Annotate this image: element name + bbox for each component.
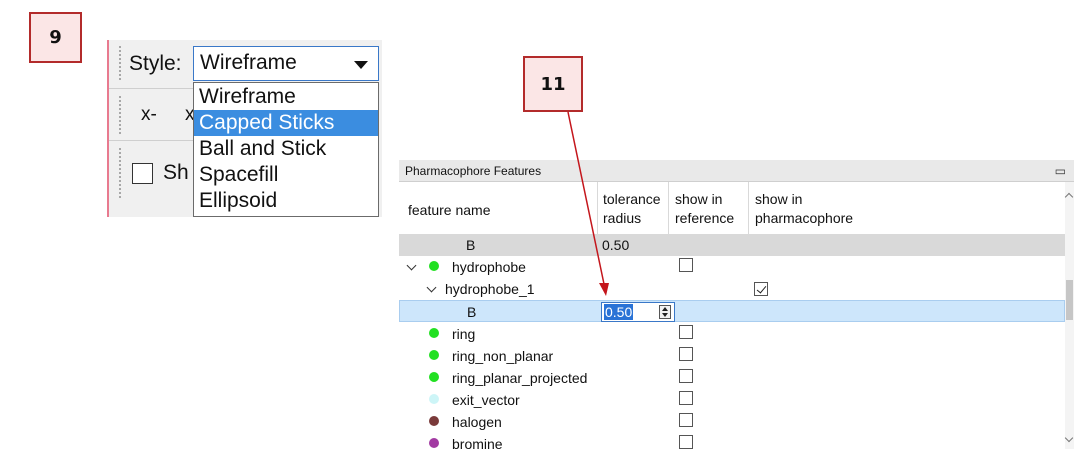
step-11-badge: 11 [523, 56, 583, 112]
show-label-partial: Sh [163, 161, 189, 184]
style-toolbar: Style: Wireframe x- x Sh Wireframe Cappe… [107, 40, 382, 217]
restore-window-icon[interactable]: ▭ [1055, 164, 1066, 178]
feature-row[interactable]: ring [399, 323, 1065, 345]
toolbar-divider [109, 140, 193, 141]
column-header-feature-name[interactable]: feature name [399, 182, 598, 234]
panel-title-bar: Pharmacophore Features ▭ [399, 160, 1074, 182]
option-ellipsoid[interactable]: Ellipsoid [194, 188, 378, 214]
halogen-color-icon [429, 416, 439, 426]
feature-row[interactable]: B 0.50 [399, 234, 1065, 256]
column-header-show-pharmacophore[interactable]: show in pharmacophore [749, 182, 1065, 234]
header-label: tolerance [603, 191, 661, 207]
feature-row[interactable]: exit_vector [399, 389, 1065, 411]
vertical-scrollbar[interactable] [1064, 182, 1074, 449]
show-in-reference-checkbox[interactable] [679, 413, 693, 427]
column-header-tolerance[interactable]: tolerance radius [598, 182, 669, 234]
tolerance-value: 0.50 [602, 237, 630, 253]
tolerance-input[interactable]: 0.50 [604, 304, 634, 320]
style-options-list[interactable]: Wireframe Capped Sticks Ball and Stick S… [193, 82, 379, 217]
toolbar-grip[interactable] [119, 148, 124, 198]
feature-name: exit_vector [452, 392, 520, 408]
toolbar-edge [107, 40, 109, 217]
header-label: feature name [408, 202, 491, 218]
ring-planar-projected-color-icon [429, 372, 439, 382]
feature-name: hydrophobe [452, 259, 526, 275]
chevron-down-icon[interactable] [426, 282, 437, 293]
style-label: Style: [129, 52, 182, 75]
feature-name: ring_non_planar [452, 348, 554, 364]
style-dropdown[interactable]: Wireframe [193, 46, 379, 81]
feature-row[interactable]: bromine [399, 433, 1065, 449]
dropdown-arrow-icon[interactable] [354, 61, 368, 69]
scroll-up-icon[interactable] [1064, 192, 1074, 202]
feature-name: bromine [452, 436, 503, 449]
show-in-reference-checkbox[interactable] [679, 258, 693, 272]
feature-name: hydrophobe_1 [445, 281, 535, 297]
option-ball-and-stick[interactable]: Ball and Stick [194, 136, 378, 162]
column-header-show-reference[interactable]: show in reference [669, 182, 749, 234]
step-11-label: 11 [540, 73, 566, 95]
option-spacefill[interactable]: Spacefill [194, 162, 378, 188]
toolbar-grip[interactable] [119, 46, 124, 80]
spin-down-icon[interactable] [662, 313, 668, 317]
bromine-color-icon [429, 438, 439, 448]
spin-up-icon[interactable] [662, 307, 668, 311]
scroll-down-icon[interactable] [1064, 433, 1074, 443]
feature-name: halogen [452, 414, 502, 430]
feature-name: B [467, 304, 477, 320]
feature-row[interactable]: ring_planar_projected [399, 367, 1065, 389]
pharmacophore-features-panel: Pharmacophore Features ▭ feature name to… [399, 160, 1074, 449]
show-in-reference-checkbox[interactable] [679, 369, 693, 383]
feature-row[interactable]: hydrophobe_1 [399, 278, 1065, 300]
show-checkbox[interactable] [132, 163, 153, 184]
show-in-reference-checkbox[interactable] [679, 325, 693, 339]
show-in-reference-checkbox[interactable] [679, 391, 693, 405]
header-label: radius [603, 210, 642, 226]
show-in-pharmacophore-checkbox[interactable] [754, 282, 768, 296]
toolbar-grip[interactable] [119, 96, 124, 134]
step-9-label: 9 [49, 27, 62, 48]
show-in-reference-checkbox[interactable] [679, 347, 693, 361]
feature-row[interactable]: halogen [399, 411, 1065, 433]
spin-buttons[interactable] [659, 305, 671, 319]
step-9-badge: 9 [29, 12, 82, 63]
header-label: reference [675, 210, 735, 226]
axis-label[interactable]: x- [141, 104, 157, 126]
feature-row[interactable]: hydrophobe [399, 256, 1065, 278]
header-label: show in [675, 191, 723, 207]
feature-row-selected[interactable]: B 0.50 [399, 300, 1065, 322]
toolbar-divider [109, 88, 193, 89]
feature-name: ring_planar_projected [452, 370, 588, 386]
scroll-thumb[interactable] [1066, 280, 1073, 320]
hydrophobe-color-icon [429, 261, 439, 271]
ring-color-icon [429, 328, 439, 338]
header-label: pharmacophore [755, 210, 854, 226]
exit-vector-color-icon [429, 394, 439, 404]
chevron-down-icon[interactable] [406, 260, 417, 271]
feature-name: ring [452, 326, 476, 342]
feature-row[interactable]: ring_non_planar [399, 345, 1065, 367]
feature-name: B [466, 237, 476, 253]
style-value: Wireframe [200, 51, 297, 74]
ring-non-planar-color-icon [429, 350, 439, 360]
show-in-reference-checkbox[interactable] [679, 435, 693, 449]
tolerance-spinbox[interactable]: 0.50 [601, 302, 675, 322]
option-wireframe[interactable]: Wireframe [194, 84, 378, 110]
panel-title: Pharmacophore Features [405, 164, 542, 178]
option-capped-sticks[interactable]: Capped Sticks [194, 110, 378, 136]
header-label: show in [755, 191, 803, 207]
